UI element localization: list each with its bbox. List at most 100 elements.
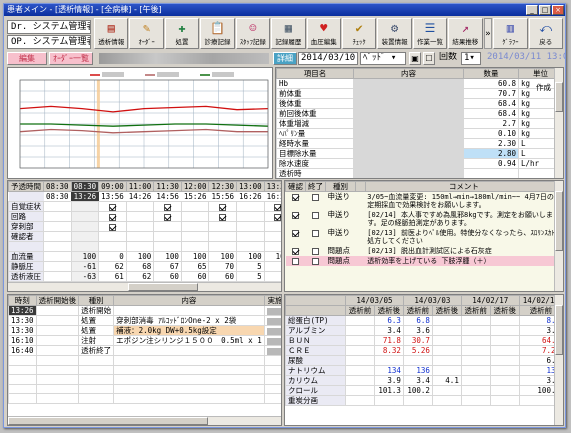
vitals-cell[interactable]	[70, 201, 100, 212]
order-list-tab[interactable]: ｵｰﾀﾞｰ一覧	[49, 52, 93, 65]
timeline-row[interactable]: 13:30 処置 穿刺部消毒 ｱﾙｺｯﾄﾞﾛﾝOne-2 x 2袋	[8, 315, 281, 326]
vitals-cell[interactable]: 0.77	[180, 290, 210, 291]
vitals-cell[interactable]	[125, 201, 155, 212]
params-row[interactable]: ﾍﾊﾟﾘﾝ量 0.10 kg	[276, 128, 563, 139]
vitals-cell[interactable]	[180, 241, 210, 252]
vitals-cell[interactable]	[180, 221, 210, 232]
comment-done-cell[interactable]	[306, 192, 326, 211]
vitals-cell[interactable]	[208, 211, 238, 222]
timeline-row[interactable]: 16:10 注射 エポジン注シリンジ１５００ 0.5ml x 1	[8, 335, 281, 346]
maximize-button[interactable]: □	[539, 5, 551, 15]
vitals-cell[interactable]: 100	[70, 250, 100, 262]
vitals-cell[interactable]	[263, 211, 281, 222]
vitals-cell[interactable]	[153, 241, 182, 252]
operator-user-field[interactable]: OP. システム管理者	[7, 35, 91, 49]
labs-row[interactable]: クロール 101.3 100.2 100.2	[285, 385, 563, 396]
vitals-cell[interactable]: 100	[153, 250, 182, 262]
vitals-cell[interactable]	[208, 201, 238, 212]
toolbar-button-medical-record[interactable]: 📋 診療記録	[200, 18, 235, 49]
comment-confirm-checkbox[interactable]	[292, 229, 299, 237]
vitals-cell[interactable]	[70, 211, 100, 222]
bed-select[interactable]: ﾍﾞｯﾄﾞ ▾	[360, 52, 406, 65]
vitals-cell[interactable]	[236, 241, 265, 252]
toolbar-button-back[interactable]: ⤺ 戻る	[528, 18, 563, 49]
params-row[interactable]: 体重増減 2.7 kg	[276, 118, 563, 129]
vitals-cell[interactable]: 0.77	[236, 290, 265, 291]
vitals-cell[interactable]	[98, 221, 127, 232]
labs-row[interactable]: 総蛋白(TP)6.36.88.3	[285, 315, 563, 326]
params-row[interactable]: 透析時	[276, 168, 563, 178]
minimize-button[interactable]: _	[526, 5, 538, 15]
labs-row[interactable]: ＣＲＥ 8.32 5.26 7.22	[285, 345, 563, 356]
bed-checkbox[interactable]: ▣	[409, 52, 421, 65]
edit-tab[interactable]: 編集	[7, 52, 47, 65]
vitals-cell[interactable]	[43, 290, 72, 291]
params-scrollbar[interactable]	[554, 68, 563, 178]
comment-confirm-cell[interactable]	[286, 256, 306, 266]
vitals-cell[interactable]	[43, 260, 72, 272]
comment-confirm-cell[interactable]	[286, 246, 306, 256]
comment-confirm-cell[interactable]	[286, 228, 306, 246]
comment-row[interactable]: 申送り [02/13] 前医よりﾍﾟﾙ使用。特使分なくなったら、ｽﾛﾘﾝｽｶﾄﾞ処…	[286, 228, 563, 246]
vitals-cell[interactable]: 100	[263, 250, 281, 262]
vitals-cell[interactable]: 0.77	[153, 290, 182, 291]
vitals-time-header[interactable]: 08:30	[43, 181, 72, 192]
comment-row[interactable]: 問題点 透析効率を上げている 下肢浮腫（＋）	[285, 256, 563, 266]
comment-done-checkbox[interactable]	[312, 229, 319, 237]
comment-confirm-checkbox[interactable]	[292, 247, 299, 255]
timeline-hscrollbar[interactable]	[8, 416, 281, 425]
timeline-row[interactable]: 13:30 処置 補液：2.0kg DW+0.5kg設定	[8, 325, 281, 336]
vitals-cell[interactable]	[263, 221, 281, 232]
params-row[interactable]: 前回後体重 68.4 kg	[276, 108, 563, 119]
comment-done-cell[interactable]	[306, 246, 326, 256]
vitals-cell[interactable]	[43, 201, 72, 212]
vitals-cell[interactable]	[125, 211, 155, 222]
vitals-checkbox[interactable]	[164, 203, 172, 211]
vitals-cell[interactable]	[263, 231, 281, 242]
vitals-cell[interactable]	[98, 241, 127, 252]
toolbar-button-check[interactable]: ✔ ﾁｪｯｸ	[341, 18, 377, 49]
vitals-cell[interactable]	[125, 221, 155, 232]
vitals-cell[interactable]: -61	[70, 260, 100, 272]
toolbar-button-dialysis-info[interactable]: ▤ 透析情報	[94, 18, 129, 49]
vitals-cell[interactable]: 62	[98, 260, 127, 272]
vitals-cell[interactable]	[263, 241, 281, 252]
vitals-cell[interactable]	[153, 211, 182, 222]
toolbar-overflow[interactable]: »	[483, 18, 493, 49]
vitals-time-header[interactable]: 08:30	[70, 181, 100, 192]
vitals-cell[interactable]	[43, 231, 72, 242]
vitals-time-header[interactable]: 09:00	[98, 181, 127, 192]
timeline-empty-row[interactable]	[8, 393, 281, 404]
comment-confirm-cell[interactable]	[286, 192, 306, 211]
toolbar-button-treatment[interactable]: ✚ 処置	[164, 18, 200, 49]
comment-row[interactable]: 申送り 3/05~血流量変更: 150ml→min→180ml/min~~ 4月7…	[286, 192, 563, 211]
doctor-user-field[interactable]: Dr. システム管理者	[7, 20, 91, 34]
toolbar-button-order[interactable]: ✎ ｵｰﾀﾞｰ	[129, 18, 164, 49]
vitals-cell[interactable]: 5	[236, 270, 265, 282]
vitals-cell[interactable]: 60	[208, 270, 238, 282]
labs-row[interactable]: 尿酸6.2	[285, 355, 563, 366]
comment-confirm-cell[interactable]	[286, 210, 306, 228]
vitals-cell[interactable]	[236, 221, 265, 232]
labs-date-header[interactable]: 14/03/03	[402, 295, 462, 306]
toolbar-button-blood-pressure[interactable]: ♥ 血圧編集	[306, 18, 341, 49]
toolbar-button-work-list[interactable]: ☰ 作業一覧	[412, 18, 448, 49]
comment-done-cell[interactable]	[306, 256, 326, 266]
comment-done-checkbox[interactable]	[312, 193, 319, 201]
params-row[interactable]: Hb 60.8 kg	[276, 78, 563, 89]
vitals-cell[interactable]: 61	[98, 270, 127, 282]
labs-scrollbar[interactable]	[554, 295, 563, 425]
labs-row[interactable]: ナトリウム134136139	[285, 365, 563, 376]
vitals-cell[interactable]	[98, 231, 127, 242]
vitals-checkbox[interactable]	[219, 213, 227, 221]
vitals-cell[interactable]	[43, 270, 72, 282]
vitals-cell[interactable]	[263, 201, 281, 212]
close-button[interactable]: ×	[552, 5, 564, 15]
vitals-cell[interactable]	[236, 201, 265, 212]
timeline-empty-row[interactable]	[8, 364, 281, 375]
timeline-row[interactable]: 16:40 透析終了	[8, 345, 281, 356]
vitals-cell[interactable]: 60	[153, 270, 182, 282]
vitals-cell[interactable]: 100	[236, 250, 265, 262]
count-checkbox[interactable]: ☐	[423, 52, 435, 65]
vitals-cell[interactable]: 62	[125, 270, 155, 282]
